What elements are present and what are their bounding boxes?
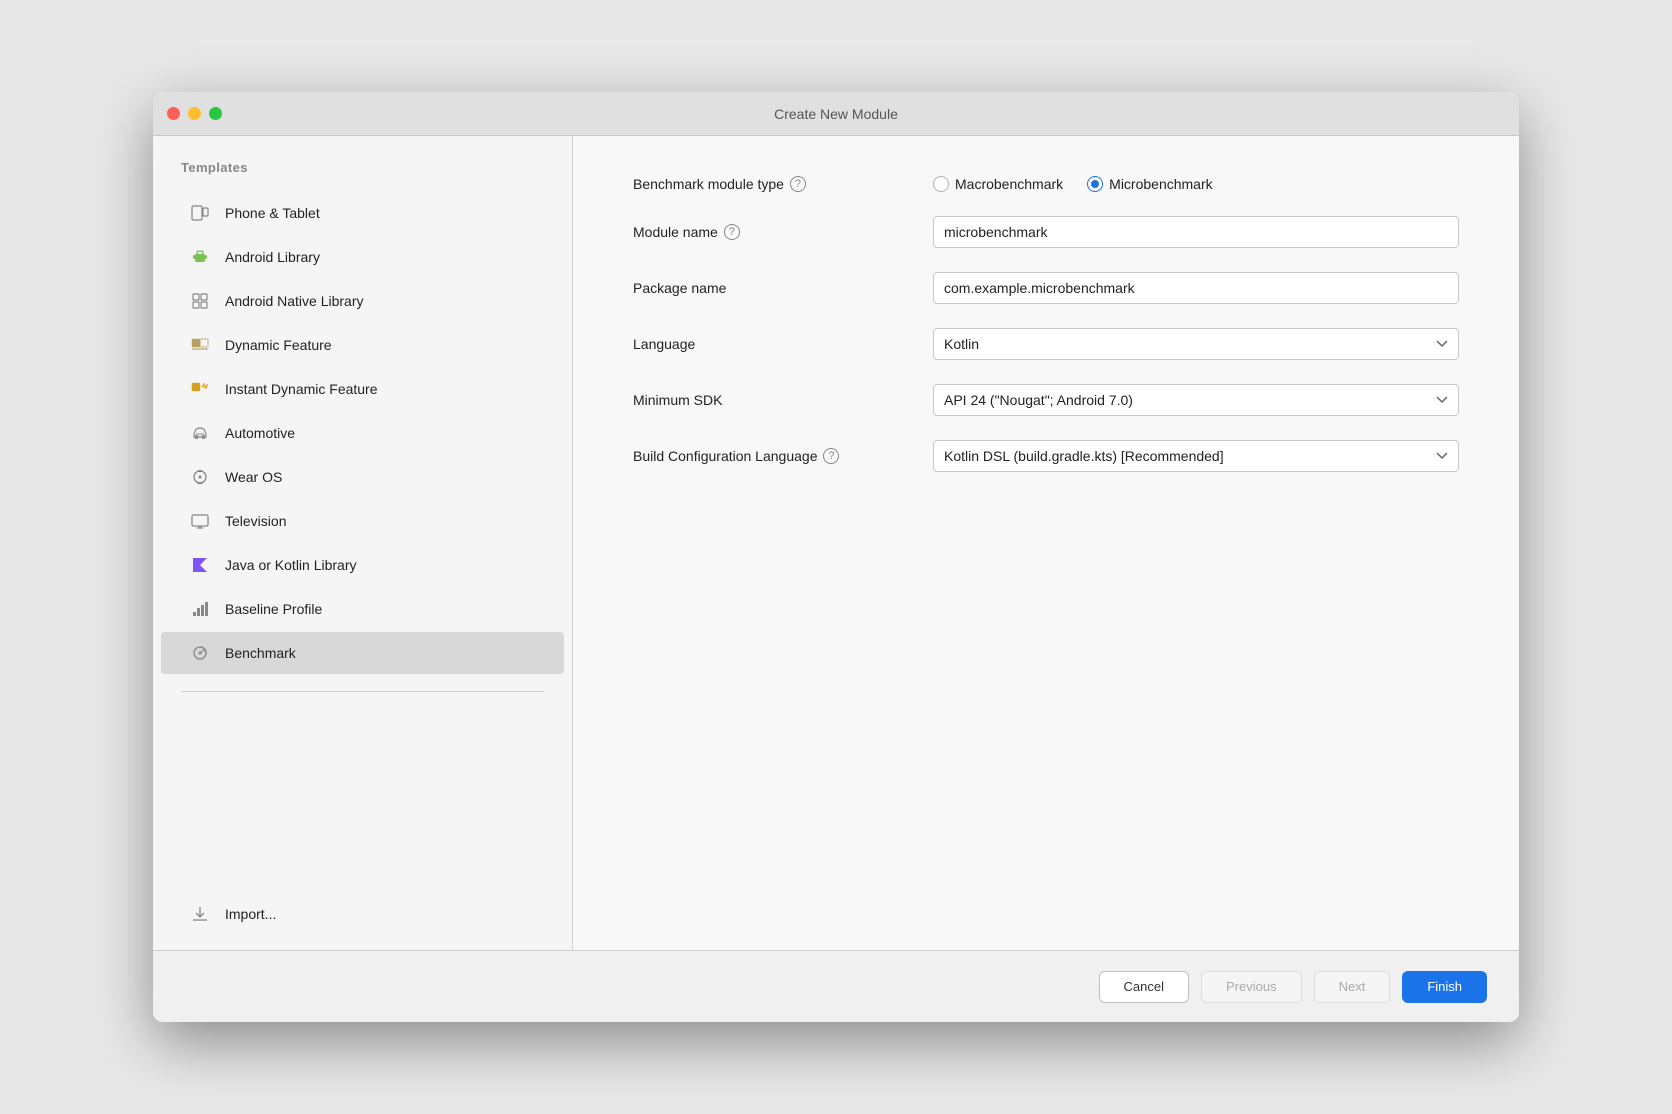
television-icon <box>189 510 211 532</box>
sidebar-item-phone-tablet[interactable]: Phone & Tablet <box>161 192 564 234</box>
sidebar-item-label: Instant Dynamic Feature <box>225 381 378 397</box>
sidebar-item-television[interactable]: Television <box>161 500 564 542</box>
sidebar-divider <box>181 691 544 692</box>
benchmark-module-type-label: Benchmark module type ? <box>633 176 913 192</box>
sidebar-item-label: Android Library <box>225 249 320 265</box>
build-config-select[interactable]: Kotlin DSL (build.gradle.kts) [Recommend… <box>933 440 1459 472</box>
automotive-icon <box>189 422 211 444</box>
benchmark-icon <box>189 642 211 664</box>
baseline-profile-icon <box>189 598 211 620</box>
cancel-button[interactable]: Cancel <box>1099 971 1189 1003</box>
macrobenchmark-radio-circle <box>933 176 949 192</box>
macrobenchmark-radio-option[interactable]: Macrobenchmark <box>933 176 1063 192</box>
minimum-sdk-row: Minimum SDK API 24 ("Nougat"; Android 7.… <box>633 384 1459 416</box>
title-bar: Create New Module <box>153 92 1519 136</box>
wear-os-icon <box>189 466 211 488</box>
android-library-icon <box>189 246 211 268</box>
phone-tablet-icon <box>189 202 211 224</box>
minimum-sdk-label: Minimum SDK <box>633 392 913 408</box>
sidebar-item-label: Benchmark <box>225 645 296 661</box>
close-button[interactable] <box>167 107 180 120</box>
sidebar-item-label: Television <box>225 513 286 529</box>
package-name-input[interactable] <box>933 272 1459 304</box>
sidebar-item-label: Dynamic Feature <box>225 337 332 353</box>
dialog-footer: Cancel Previous Next Finish <box>153 950 1519 1022</box>
module-name-help-icon[interactable]: ? <box>724 224 740 240</box>
sidebar-item-java-kotlin-library[interactable]: Java or Kotlin Library <box>161 544 564 586</box>
sidebar-item-label: Automotive <box>225 425 295 441</box>
sidebar-item-android-native-library[interactable]: Android Native Library <box>161 280 564 322</box>
sidebar-item-label: Android Native Library <box>225 293 364 309</box>
sidebar-item-wear-os[interactable]: Wear OS <box>161 456 564 498</box>
previous-button[interactable]: Previous <box>1201 971 1302 1003</box>
sidebar-item-android-library[interactable]: Android Library <box>161 236 564 278</box>
sidebar-item-label: Import... <box>225 906 276 922</box>
package-name-row: Package name <box>633 272 1459 304</box>
sidebar: Templates Phone & Tablet <box>153 136 573 950</box>
language-label: Language <box>633 336 913 352</box>
package-name-label: Package name <box>633 280 913 296</box>
sidebar-item-label: Baseline Profile <box>225 601 322 617</box>
native-library-icon <box>189 290 211 312</box>
sidebar-item-dynamic-feature[interactable]: Dynamic Feature <box>161 324 564 366</box>
window-controls <box>167 107 222 120</box>
sidebar-item-instant-dynamic-feature[interactable]: Instant Dynamic Feature <box>161 368 564 410</box>
module-name-label: Module name ? <box>633 224 913 240</box>
minimize-button[interactable] <box>188 107 201 120</box>
language-row: Language Kotlin Java <box>633 328 1459 360</box>
benchmark-module-type-row: Benchmark module type ? Macrobenchmark M… <box>633 176 1459 192</box>
kotlin-library-icon <box>189 554 211 576</box>
sidebar-item-label: Phone & Tablet <box>225 205 320 221</box>
sidebar-item-import[interactable]: Import... <box>161 893 564 949</box>
sidebar-item-label: Wear OS <box>225 469 282 485</box>
language-select[interactable]: Kotlin Java <box>933 328 1459 360</box>
module-name-row: Module name ? <box>633 216 1459 248</box>
dialog-body: Templates Phone & Tablet <box>153 136 1519 950</box>
dialog-title: Create New Module <box>774 106 898 122</box>
main-content: Benchmark module type ? Macrobenchmark M… <box>573 136 1519 950</box>
build-config-row: Build Configuration Language ? Kotlin DS… <box>633 440 1459 472</box>
finish-button[interactable]: Finish <box>1402 971 1487 1003</box>
minimum-sdk-select[interactable]: API 24 ("Nougat"; Android 7.0) API 21 ("… <box>933 384 1459 416</box>
sidebar-item-automotive[interactable]: Automotive <box>161 412 564 454</box>
instant-dynamic-icon <box>189 378 211 400</box>
create-new-module-dialog: Create New Module Templates Phone & Tabl… <box>153 92 1519 1022</box>
sidebar-item-label: Java or Kotlin Library <box>225 557 357 573</box>
sidebar-title: Templates <box>153 160 572 191</box>
maximize-button[interactable] <box>209 107 222 120</box>
microbenchmark-radio-option[interactable]: Microbenchmark <box>1087 176 1212 192</box>
sidebar-item-benchmark[interactable]: Benchmark <box>161 632 564 674</box>
benchmark-module-type-help-icon[interactable]: ? <box>790 176 806 192</box>
sidebar-item-baseline-profile[interactable]: Baseline Profile <box>161 588 564 630</box>
next-button[interactable]: Next <box>1314 971 1391 1003</box>
dynamic-feature-icon <box>189 334 211 356</box>
module-name-input[interactable] <box>933 216 1459 248</box>
benchmark-module-type-radio-group: Macrobenchmark Microbenchmark <box>933 176 1213 192</box>
build-config-help-icon[interactable]: ? <box>823 448 839 464</box>
import-icon <box>189 903 211 925</box>
build-config-label: Build Configuration Language ? <box>633 448 913 464</box>
microbenchmark-radio-circle <box>1087 176 1103 192</box>
